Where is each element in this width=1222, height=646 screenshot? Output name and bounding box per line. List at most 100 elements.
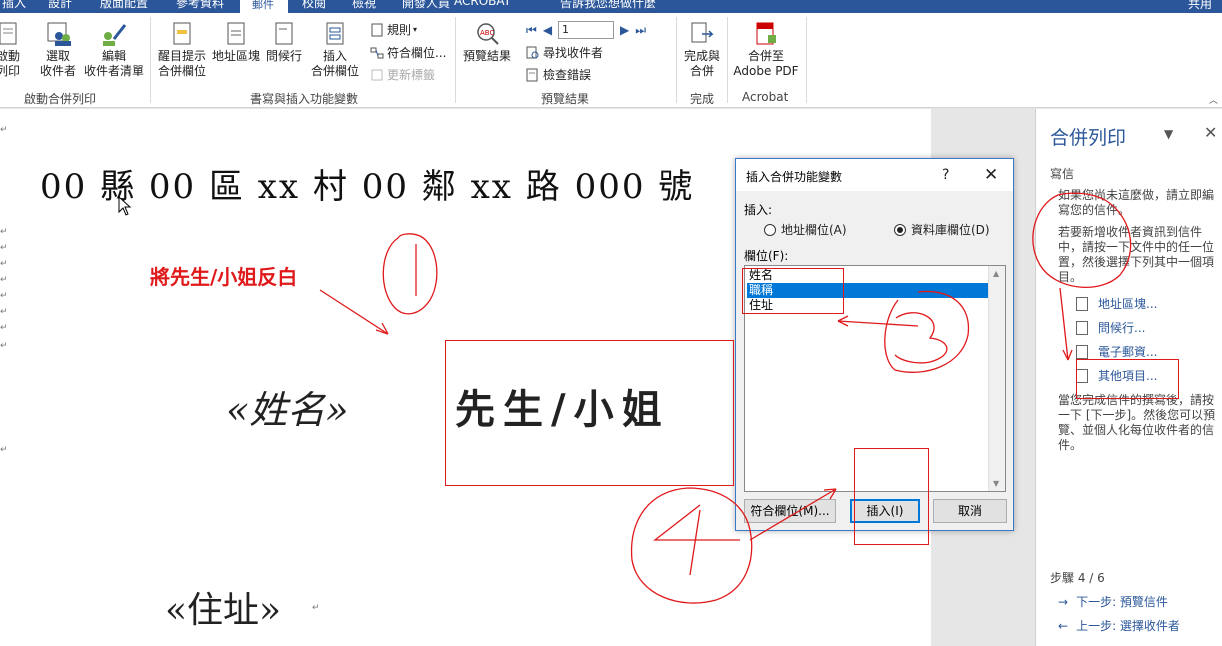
greeting-icon [270,21,298,47]
finish-icon [688,21,716,47]
check-label: 檢查錯誤 [543,68,592,82]
share-button[interactable]: 共用 [1188,0,1212,12]
next-record-icon[interactable]: ▶ [620,23,629,37]
help-icon[interactable]: ? [942,167,949,183]
merge-field-address[interactable]: «住址» [165,581,281,633]
match-fields-button[interactable]: 符合欄位(M)... [744,499,836,523]
highlight-merge-fields-button[interactable]: 醒目提示 合併欄位 [156,21,208,79]
finish-merge-button[interactable]: 完成與 合併 [680,21,724,79]
annotation-box-more-items [1076,359,1179,399]
tab-insert[interactable]: 插入 [2,0,26,11]
previous-step-link[interactable]: ← 上一步: 選擇收件者 [1058,617,1180,634]
insert-field-label: 插入 合併欄位 [310,49,359,78]
annotation-note: 將先生/小姐反白 [150,265,298,289]
preview-abc-icon: ABC [473,21,501,47]
tab-design[interactable]: 設計 [48,0,72,11]
tab-view[interactable]: 檢視 [352,0,376,11]
paragraph-mark: ↵ [0,341,8,351]
listbox-scrollbar[interactable]: ▲ ▼ [988,266,1005,491]
finish-group-label: 完成 [690,92,715,106]
rules-label: 規則 [387,23,412,37]
start-group-label: 啟動合併列印 [24,92,97,106]
merge-field-name[interactable]: «姓名» [226,379,349,434]
paragraph-mark: ↵ [0,291,8,301]
preview-results-button[interactable]: ABC 預覽結果 [460,21,514,64]
recipients-icon [44,21,72,47]
merge-to-pdf-button[interactable]: 合併至 Adobe PDF [730,21,802,79]
electronic-postage-link[interactable]: 電子郵資... [1076,343,1157,360]
highlight-label: 醒目提示 合併欄位 [157,49,206,78]
greeting-line-link[interactable]: 問候行... [1076,319,1145,336]
match-fields-button[interactable]: 符合欄位... [370,44,446,61]
address-block-button[interactable]: 地址區塊 [210,21,262,64]
start-mail-merge-button[interactable]: 啟動 列印 [0,21,24,79]
address-fields-label: 地址欄位(A) [781,223,847,237]
record-navigator: ⏮ ◀ 1 ▶ ⏭ [526,21,646,39]
greeting-link-label: 問候行... [1098,321,1146,335]
mouse-cursor-icon [118,195,132,218]
paragraph-mark: ↵ [312,603,320,613]
tell-me-box[interactable]: 告訴我您想做什麼 [560,0,656,11]
prev-record-icon[interactable]: ◀ [543,23,552,37]
check-errors-button[interactable]: 檢查錯誤 [526,66,591,83]
close-icon[interactable]: ✕ [984,165,998,185]
write-group-label: 書寫與插入功能變數 [250,92,359,106]
greeting-icon [1076,320,1088,335]
cancel-button[interactable]: 取消 [933,499,1007,523]
address-block-link-label: 地址區塊... [1098,297,1158,311]
pane-section-heading: 寫信 [1050,167,1075,181]
previous-step-label: 上一步: 選擇收件者 [1076,619,1180,633]
close-icon[interactable]: ✕ [1204,123,1217,142]
greeting-line-button[interactable]: 問候行 [264,21,304,64]
pane-instructions-1: 如果您尚未這麼做，請立即編寫您的信件。 [1058,188,1215,217]
pane-options-icon[interactable]: ▼ [1164,127,1173,141]
postage-icon [1076,344,1088,359]
dialog-title: 插入合併功能變數 [746,170,843,184]
paragraph-mark: ↵ [0,125,8,135]
acrobat-group-label: Acrobat [742,90,789,104]
paragraph-mark: ↵ [0,227,8,237]
insert-merge-field-button[interactable]: 插入 合併欄位 [306,21,364,79]
document-icon [0,21,22,47]
address-block-link[interactable]: 地址區塊... [1076,295,1157,312]
tab-references[interactable]: 參考資料 [176,0,224,11]
address-fields-radio[interactable]: 地址欄位(A) [764,221,847,238]
ribbon-tab-bar: 插入 設計 版面配置 參考資料 郵件 校閱 檢視 開發人員 ACROBAT 告訴… [0,0,1222,13]
rules-button[interactable]: 規則 ▾ [370,21,417,38]
update-labels-button[interactable]: 更新標籤 [370,66,435,83]
find-recipient-button[interactable]: 尋找收件者 [526,44,603,61]
edit-recipient-list-button[interactable]: 編輯 收件者清單 [84,21,144,79]
ribbon: 啟動 列印 選取 收件者 編輯 收件者清單 啟動合併列印 醒目提示 合併欄位 地… [0,13,1222,108]
tab-review[interactable]: 校閱 [302,0,326,11]
tab-developer[interactable]: 開發人員 [402,0,450,11]
first-record-icon[interactable]: ⏮ [526,23,537,38]
step-indicator: 步驟 4 / 6 [1050,571,1105,585]
insert-type-label: 插入: [744,203,773,217]
group-separator [727,17,728,103]
fields-label: 欄位(F): [744,249,789,263]
arrow-right-icon: → [1058,595,1069,609]
radio-icon [764,223,776,236]
paragraph-mark: ↵ [0,275,8,285]
greeting-label: 問候行 [265,49,302,63]
group-separator [676,17,677,103]
annotation-box-title [445,340,734,486]
scroll-down-icon[interactable]: ▼ [993,479,999,488]
last-record-icon[interactable]: ⏭ [635,23,646,38]
select-recipients-button[interactable]: 選取 收件者 [34,21,82,79]
tab-mailings[interactable]: 郵件 [240,0,288,13]
next-step-link[interactable]: → 下一步: 預覽信件 [1058,593,1168,610]
scroll-up-icon[interactable]: ▲ [993,269,999,278]
dialog-titlebar[interactable]: 插入合併功能變數 ? ✕ [736,159,1013,191]
paragraph-mark: ↵ [0,445,8,455]
paragraph-mark: ↵ [0,323,8,333]
tab-acrobat[interactable]: ACROBAT [454,0,511,8]
collapse-ribbon-icon[interactable]: ︿ [1209,93,1218,106]
record-number-input[interactable]: 1 [558,21,615,39]
svg-text:ABC: ABC [480,29,494,37]
database-fields-radio[interactable]: 資料庫欄位(D) [894,221,990,238]
tab-layout[interactable]: 版面配置 [100,0,148,11]
update-icon [370,68,384,82]
group-separator [455,17,456,103]
match-fields-icon [370,46,384,60]
